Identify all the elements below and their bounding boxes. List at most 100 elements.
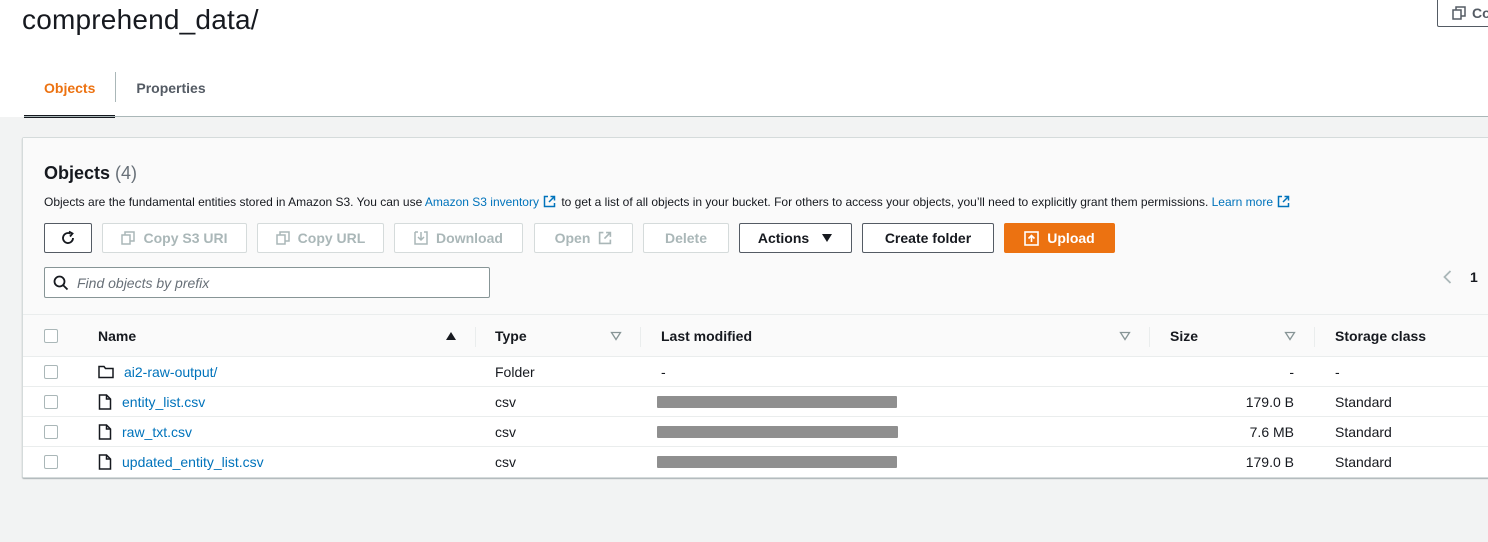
- storage-class-cell: Standard: [1335, 424, 1392, 440]
- caret-down-icon: [822, 234, 833, 242]
- size-cell: -: [1289, 364, 1294, 380]
- folder-icon: [98, 365, 114, 379]
- copy-s3-uri-button[interactable]: Copy S3 URI: [102, 223, 247, 253]
- table-header: Name Type Last modified Size Storage cla…: [23, 315, 1488, 357]
- name-cell: entity_list.csv: [98, 387, 205, 417]
- object-link[interactable]: raw_txt.csv: [122, 424, 192, 440]
- copy-s3-uri-label: Copy S3 URI: [143, 230, 228, 246]
- object-link[interactable]: entity_list.csv: [122, 394, 205, 410]
- row-checkbox[interactable]: [44, 365, 58, 379]
- table-row[interactable]: raw_txt.csv csv 7.6 MB Standard: [23, 417, 1488, 447]
- description-text-2: to get a list of all objects in your buc…: [557, 195, 1212, 209]
- size-cell: 179.0 B: [1245, 454, 1294, 470]
- upload-icon: [1024, 230, 1040, 246]
- search-icon: [53, 275, 69, 290]
- objects-panel: Objects (4) Objects are the fundamental …: [22, 137, 1488, 478]
- row-checkbox[interactable]: [44, 395, 58, 409]
- file-icon: [98, 454, 112, 470]
- download-button[interactable]: Download: [394, 223, 523, 253]
- file-icon: [98, 424, 112, 440]
- actions-label: Actions: [757, 230, 810, 246]
- tab-objects[interactable]: Objects: [24, 72, 116, 118]
- type-cell: Folder: [495, 364, 535, 380]
- actions-dropdown[interactable]: Actions: [739, 223, 852, 253]
- search-box: [44, 267, 490, 298]
- size-cell: 179.0 B: [1245, 394, 1294, 410]
- objects-count: (4): [115, 163, 138, 183]
- copy-s3-uri-header-label: Copy S3 URI: [1472, 5, 1488, 21]
- external-link-icon: [1277, 195, 1290, 208]
- create-folder-button[interactable]: Create folder: [862, 223, 994, 253]
- chevron-left-icon[interactable]: [1440, 269, 1456, 285]
- copy-s3-uri-header-button[interactable]: Copy S3 URI: [1437, 0, 1488, 27]
- column-header-name[interactable]: Name: [98, 315, 136, 357]
- row-checkbox[interactable]: [44, 425, 58, 439]
- column-header-last-modified-label: Last modified: [661, 328, 753, 344]
- size-cell: 7.6 MB: [1249, 424, 1294, 440]
- sort-icon[interactable]: [1119, 331, 1131, 341]
- refresh-button[interactable]: [44, 223, 92, 253]
- column-divider: [1149, 327, 1150, 347]
- page-title: comprehend_data/: [22, 4, 259, 35]
- redacted-date: [657, 456, 897, 468]
- storage-class-cell: Standard: [1335, 454, 1392, 470]
- column-header-last-modified[interactable]: Last modified: [661, 315, 752, 357]
- column-divider: [475, 327, 476, 347]
- storage-class-cell: Standard: [1335, 394, 1392, 410]
- object-link[interactable]: updated_entity_list.csv: [122, 454, 264, 470]
- tab-properties[interactable]: Properties: [116, 72, 225, 117]
- page-number[interactable]: 1: [1470, 269, 1478, 285]
- upload-button[interactable]: Upload: [1004, 223, 1115, 253]
- name-cell: ai2-raw-output/: [98, 357, 217, 387]
- copy-icon: [275, 231, 290, 245]
- column-header-size[interactable]: Size: [1170, 315, 1198, 357]
- file-icon: [98, 394, 112, 410]
- download-label: Download: [436, 230, 503, 246]
- pagination: 1: [1440, 269, 1478, 285]
- last-modified-cell: [657, 447, 897, 477]
- objects-panel-title: Objects (4): [44, 163, 137, 184]
- type-cell: csv: [495, 394, 516, 410]
- copy-url-label: Copy URL: [297, 230, 366, 246]
- column-header-type[interactable]: Type: [495, 315, 527, 357]
- name-cell: updated_entity_list.csv: [98, 447, 264, 477]
- row-checkbox[interactable]: [44, 455, 58, 469]
- copy-url-button[interactable]: Copy URL: [257, 223, 384, 253]
- table-row[interactable]: updated_entity_list.csv csv 179.0 B Stan…: [23, 447, 1488, 477]
- delete-button[interactable]: Delete: [643, 223, 729, 253]
- sort-ascending-icon[interactable]: [445, 331, 457, 341]
- column-divider: [640, 327, 641, 347]
- column-header-type-label: Type: [495, 328, 527, 344]
- last-modified-cell: -: [661, 364, 666, 380]
- table-row[interactable]: entity_list.csv csv 179.0 B Standard: [23, 387, 1488, 417]
- refresh-icon: [62, 230, 74, 244]
- objects-description: Objects are the fundamental entities sto…: [44, 195, 1292, 209]
- type-cell: csv: [495, 454, 516, 470]
- delete-label: Delete: [664, 230, 708, 246]
- external-link-icon: [599, 231, 612, 245]
- s3-inventory-link[interactable]: Amazon S3 inventory: [425, 195, 539, 209]
- search-input[interactable]: [77, 274, 477, 291]
- sort-icon[interactable]: [610, 331, 622, 341]
- tab-bar: Objects Properties: [24, 72, 226, 118]
- table-row[interactable]: ai2-raw-output/ Folder - - -: [23, 357, 1488, 387]
- column-header-storage-class-label: Storage class: [1335, 328, 1427, 344]
- upload-label: Upload: [1047, 230, 1095, 246]
- tab-properties-label: Properties: [136, 80, 206, 96]
- last-modified-cell: [657, 417, 898, 447]
- redacted-date: [657, 426, 898, 438]
- description-text-1: Objects are the fundamental entities sto…: [44, 195, 425, 209]
- copy-icon: [1452, 6, 1466, 20]
- tab-objects-label: Objects: [44, 80, 96, 96]
- objects-title-text: Objects: [44, 163, 111, 183]
- open-button[interactable]: Open: [534, 223, 633, 253]
- sort-icon[interactable]: [1284, 331, 1296, 341]
- open-label: Open: [554, 230, 591, 246]
- name-cell: raw_txt.csv: [98, 417, 192, 447]
- column-header-storage-class[interactable]: Storage class: [1335, 315, 1426, 357]
- select-all-checkbox[interactable]: [44, 329, 58, 343]
- column-divider: [1314, 327, 1315, 347]
- copy-icon: [121, 231, 136, 245]
- object-link[interactable]: ai2-raw-output/: [124, 364, 217, 380]
- learn-more-link[interactable]: Learn more: [1212, 195, 1273, 209]
